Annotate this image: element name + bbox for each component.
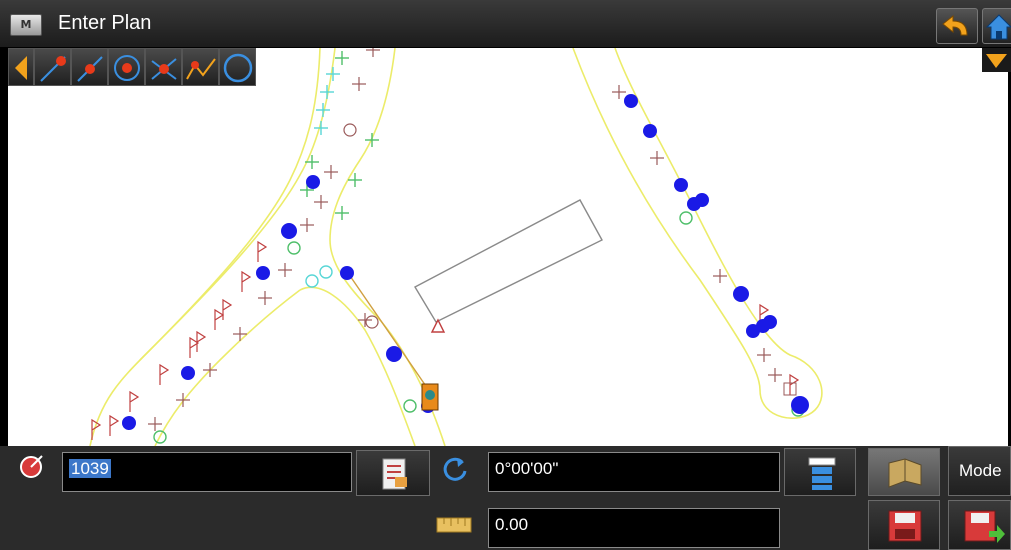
two-point-line-icon xyxy=(77,56,103,82)
undo-button[interactable] xyxy=(936,8,978,44)
point-name-value: 1039 xyxy=(69,459,111,478)
toolbar-back-button[interactable] xyxy=(8,48,34,86)
map-drawing xyxy=(89,48,823,446)
tool-arc[interactable] xyxy=(219,48,256,86)
ruler-icon xyxy=(436,517,472,533)
tool-circle-point[interactable] xyxy=(108,48,145,86)
point-target-icon xyxy=(20,455,43,478)
intersection-icon xyxy=(151,58,177,80)
back-arrow-icon xyxy=(15,56,27,80)
save-disk-icon xyxy=(888,510,922,542)
scroll-down-button[interactable] xyxy=(982,48,1011,72)
plan-map-canvas[interactable] xyxy=(8,48,1008,446)
line-point-icon xyxy=(40,56,66,82)
title-bar: M Enter Plan xyxy=(0,0,1011,48)
home-icon xyxy=(985,14,1011,40)
app-menu-button[interactable]: M xyxy=(10,14,42,36)
tool-intersection[interactable] xyxy=(145,48,182,86)
chevron-down-icon xyxy=(986,54,1007,68)
tool-polyline[interactable] xyxy=(182,48,219,86)
mode-button[interactable]: Mode xyxy=(948,446,1011,496)
distance-input[interactable]: 0.00 xyxy=(488,508,780,548)
save-button[interactable] xyxy=(868,500,940,550)
point-name-input[interactable]: 1039 xyxy=(62,452,352,492)
polyline-icon xyxy=(186,58,216,80)
map-tiles-icon xyxy=(888,458,922,488)
bottom-panel: 1039 0°00'00" Mode 0.00 xyxy=(0,446,1011,550)
angle-input[interactable]: 0°00'00" xyxy=(488,452,780,492)
tool-line-point[interactable] xyxy=(34,48,71,86)
map-toolbar xyxy=(8,48,256,86)
circle-point-icon xyxy=(114,55,140,81)
layers-icon xyxy=(808,457,836,490)
home-button[interactable] xyxy=(982,8,1011,44)
map-view-button[interactable] xyxy=(868,448,940,496)
code-list-button[interactable] xyxy=(784,448,856,496)
page-title: Enter Plan xyxy=(58,12,152,34)
tool-two-point-line[interactable] xyxy=(71,48,108,86)
save-add-icon xyxy=(964,510,1005,543)
point-list-button[interactable] xyxy=(356,450,430,496)
arc-icon xyxy=(223,53,253,83)
undo-arrow-icon xyxy=(942,14,968,36)
rotate-icon[interactable] xyxy=(440,454,470,484)
save-and-new-button[interactable] xyxy=(948,500,1011,550)
document-list-icon xyxy=(382,458,407,490)
